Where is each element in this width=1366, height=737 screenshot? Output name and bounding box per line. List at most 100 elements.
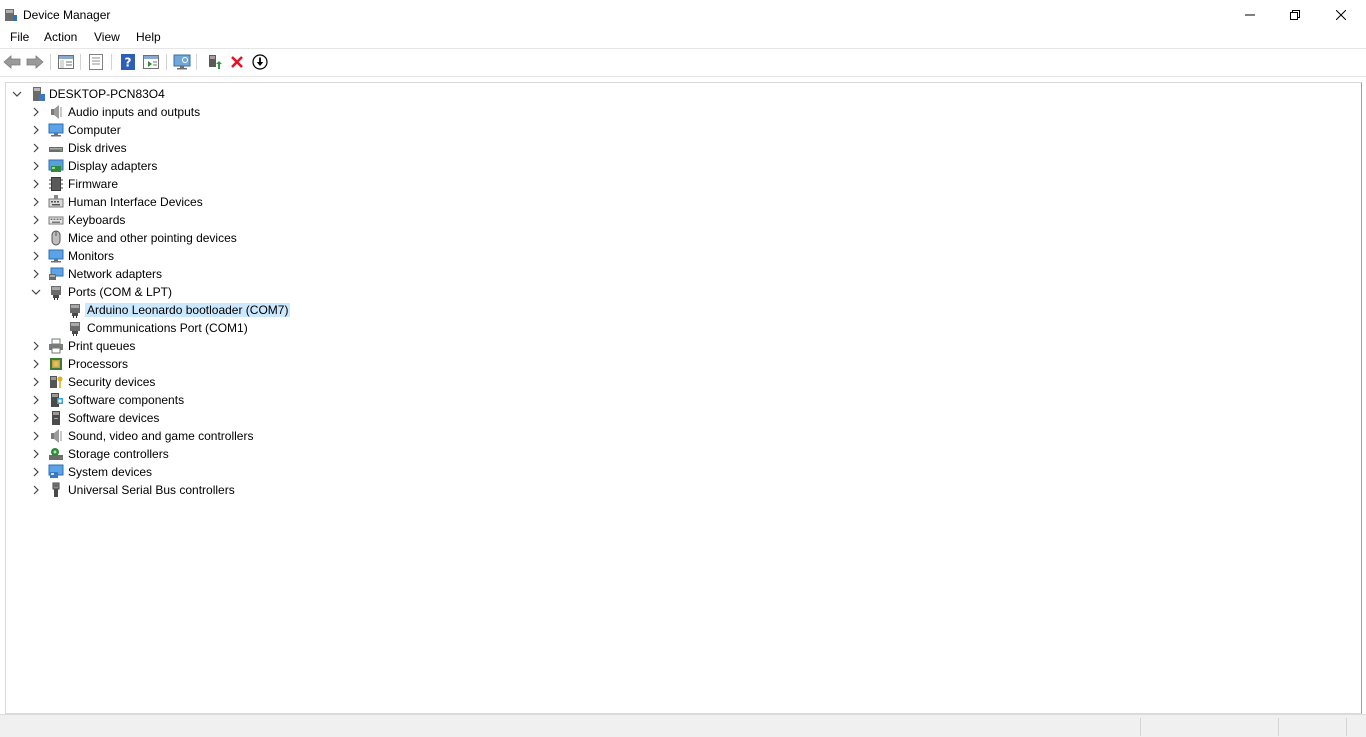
tree-category-system-devices[interactable]: System devices [6,463,1361,481]
status-separator [1346,718,1347,736]
update-driver-button[interactable] [204,52,224,72]
tree-category-security-devices[interactable]: Security devices [6,373,1361,391]
port-icon [70,304,80,318]
chevron-right-icon[interactable] [31,341,41,351]
help-icon: ? [121,54,135,70]
chevron-down-icon[interactable] [12,89,22,99]
tree-category-firmware[interactable]: Firmware [6,175,1361,193]
toolbar-separator [196,54,197,70]
forward-button[interactable] [25,52,45,72]
tree-category-audio-inputs-and-outputs[interactable]: Audio inputs and outputs [6,103,1361,121]
chevron-right-icon[interactable] [31,125,41,135]
toolbar-divider [0,76,1366,77]
tree-category-computer[interactable]: Computer [6,121,1361,139]
tree-category-disk-drives[interactable]: Disk drives [6,139,1361,157]
help-button[interactable]: ? [118,52,138,72]
title-bar: Device Manager [0,0,1366,30]
back-button[interactable] [2,52,22,72]
scan-hardware-changes-button[interactable] [172,52,192,72]
keyboard-icon [48,216,64,225]
tree-category-label: Firmware [68,177,118,191]
disable-device-button[interactable] [250,52,270,72]
mouse-icon [51,230,61,246]
tree-category-universal-serial-bus-controllers[interactable]: Universal Serial Bus controllers [6,481,1361,499]
tree-category-processors[interactable]: Processors [6,355,1361,373]
back-arrow-icon [3,55,21,69]
chevron-right-icon[interactable] [31,143,41,153]
chevron-right-icon[interactable] [31,395,41,405]
tree-category-sound-video-and-game-controllers[interactable]: Sound, video and game controllers [6,427,1361,445]
show-hide-console-tree-button[interactable] [56,52,76,72]
chevron-right-icon[interactable] [31,197,41,207]
console-tree-icon [58,55,74,69]
tree-category-software-components[interactable]: Software components [6,391,1361,409]
printer-icon [49,338,63,354]
tree-category-storage-controllers[interactable]: Storage controllers [6,445,1361,463]
menu-file[interactable]: File [9,30,30,44]
tree-category-mice-and-other-pointing-devices[interactable]: Mice and other pointing devices [6,229,1361,247]
monitor-icon [48,249,64,263]
chevron-right-icon[interactable] [31,107,41,117]
chevron-right-icon[interactable] [31,251,41,261]
network-adapter-icon [49,267,64,280]
update-driver-icon [209,55,222,69]
restore-button[interactable] [1272,0,1318,30]
status-bar [0,714,1366,737]
tree-category-label: Computer [68,123,121,137]
chevron-right-icon[interactable] [31,467,41,477]
properties-button[interactable] [86,52,106,72]
close-icon [1336,10,1346,20]
tree-category-network-adapters[interactable]: Network adapters [6,265,1361,283]
tree-device-communications-port-com1[interactable]: Communications Port (COM1) [6,319,1361,337]
usb-icon [52,482,60,497]
uninstall-device-button[interactable] [227,52,247,72]
chevron-right-icon[interactable] [31,161,41,171]
tree-category-label: Mice and other pointing devices [68,231,237,245]
tree-category-label: Disk drives [68,141,127,155]
computer-tower-icon [33,87,45,101]
disable-device-icon [252,54,268,70]
tree-category-label: Keyboards [68,213,126,227]
close-button[interactable] [1318,0,1364,30]
chevron-right-icon[interactable] [31,179,41,189]
status-separator [1140,718,1141,736]
device-manager-icon [5,9,17,21]
menu-view[interactable]: View [93,30,121,44]
tree-category-software-devices[interactable]: Software devices [6,409,1361,427]
chevron-right-icon[interactable] [31,413,41,423]
minimize-button[interactable] [1227,0,1273,30]
security-device-icon [50,376,63,388]
tree-device-arduino-leonardo-bootloader-com7[interactable]: Arduino Leonardo bootloader (COM7) [6,301,1361,319]
processor-icon [50,358,62,370]
action-pane-button[interactable] [141,52,161,72]
speaker-icon [51,429,62,443]
chevron-right-icon[interactable] [31,485,41,495]
tree-category-display-adapters[interactable]: Display adapters [6,157,1361,175]
chevron-right-icon[interactable] [31,359,41,369]
toolbar-separator [166,54,167,70]
menu-help[interactable]: Help [135,30,162,44]
port-icon [51,286,61,300]
tree-category-monitors[interactable]: Monitors [6,247,1361,265]
tree-category-label: Sound, video and game controllers [68,429,254,443]
tree-category-label: Processors [68,357,129,371]
device-tree[interactable]: DESKTOP-PCN83O4 Audio inputs and outputs… [5,82,1362,714]
menu-action[interactable]: Action [43,30,78,44]
chevron-right-icon[interactable] [31,431,41,441]
tree-root[interactable]: DESKTOP-PCN83O4 [6,85,1361,103]
chevron-right-icon[interactable] [31,269,41,279]
chevron-right-icon[interactable] [31,449,41,459]
chevron-right-icon[interactable] [31,215,41,225]
tree-category-keyboards[interactable]: Keyboards [6,211,1361,229]
tree-category-label: Network adapters [68,267,163,281]
tree-category-ports-com-lpt[interactable]: Ports (COM & LPT) [6,283,1361,301]
tree-category-label: Print queues [68,339,136,353]
storage-controller-icon [49,448,63,460]
tree-category-print-queues[interactable]: Print queues [6,337,1361,355]
chevron-right-icon[interactable] [31,233,41,243]
tree-category-label: Display adapters [68,159,158,173]
chevron-right-icon[interactable] [31,377,41,387]
chevron-down-icon[interactable] [31,287,41,297]
tree-category-human-interface-devices[interactable]: Human Interface Devices [6,193,1361,211]
disk-drive-icon [49,147,63,152]
